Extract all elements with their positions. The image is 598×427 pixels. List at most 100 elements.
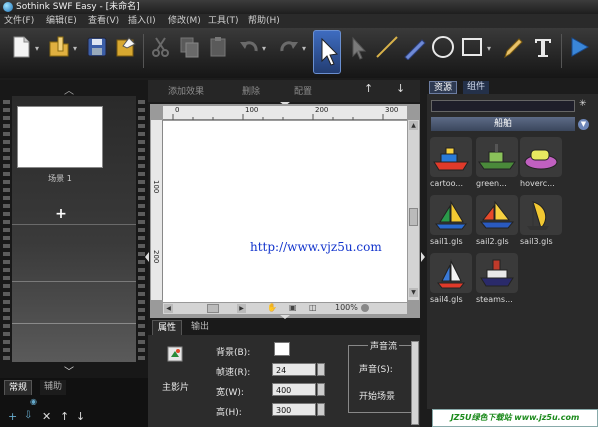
title-bar: Sothink SWF Easy - [未命名] [0, 0, 598, 14]
rectangle-icon[interactable] [460, 34, 486, 60]
scroll-thumb[interactable] [207, 304, 219, 313]
resource-search-input[interactable] [431, 100, 575, 112]
ellipse-icon[interactable] [430, 34, 456, 60]
configure-effect-button[interactable]: 配置 [294, 84, 312, 97]
scene-thumbnail[interactable] [17, 106, 103, 168]
asset-label: hoverc... [520, 179, 555, 188]
tab-resources[interactable]: 资源 [429, 81, 458, 94]
tab-components[interactable]: 组件 [463, 81, 490, 94]
height-input[interactable]: 300 [272, 403, 316, 416]
paste-icon[interactable] [206, 34, 232, 60]
effects-toolbar: 添加效果 删除 配置 ↑ ↓ [148, 80, 420, 102]
redo-icon[interactable] [276, 34, 302, 60]
menu-insert[interactable]: 插入(I) [128, 14, 156, 28]
pencil-icon[interactable] [500, 34, 526, 60]
menu-view[interactable]: 查看(V) [88, 14, 119, 28]
settings-icon[interactable]: ✳ [579, 99, 587, 109]
stage-canvas[interactable] [163, 121, 407, 302]
open-folder-icon[interactable] [46, 34, 72, 60]
asset-item[interactable]: green... [476, 137, 518, 188]
frame-rate-input[interactable]: 24 [272, 363, 316, 376]
collapse-right-icon[interactable] [421, 252, 425, 262]
asset-item[interactable]: sail1.gls [430, 195, 472, 246]
tab-properties[interactable]: 属性 [152, 320, 183, 335]
redo-dropdown-icon[interactable]: ▾ [302, 44, 306, 53]
ruler-tick-label: 100 [152, 180, 160, 194]
text-icon[interactable] [530, 34, 556, 60]
add-scene-icon[interactable]: + [54, 207, 68, 221]
scroll-down-icon[interactable]: ﹀ [64, 363, 74, 378]
menu-tools[interactable]: 工具(T) [208, 14, 239, 28]
sailboat-icon [430, 253, 472, 293]
menu-modify[interactable]: 修改(M) [168, 14, 201, 28]
asset-label: sail1.gls [430, 237, 463, 246]
open-dropdown-icon[interactable]: ▾ [73, 44, 77, 53]
new-file-icon[interactable] [8, 34, 34, 60]
zoom-out-icon[interactable] [361, 304, 369, 312]
copy-icon[interactable] [177, 34, 203, 60]
height-spinner[interactable] [317, 403, 325, 416]
select-arrow-icon[interactable] [313, 30, 341, 74]
horizontal-scrollbar[interactable]: ◀ ▶ ✋ ▣ ◫ 100% [163, 302, 407, 314]
tab-general[interactable]: 常规 [4, 380, 33, 395]
asset-label: sail4.gls [430, 295, 463, 304]
collapse-left-icon[interactable] [145, 252, 149, 262]
ruler-tick-label: 300 [385, 106, 399, 114]
width-spinner[interactable] [317, 383, 325, 396]
play-icon[interactable] [566, 34, 592, 60]
delete-effect-button[interactable]: 删除 [242, 84, 260, 97]
delete-icon[interactable]: ✕ [42, 410, 51, 423]
move-up-icon[interactable]: ↑ [60, 410, 69, 423]
fit-stage-icon[interactable]: ▣ [289, 303, 297, 312]
move-down-icon[interactable]: ↓ [76, 410, 85, 423]
scroll-up-icon[interactable]: ︿ [64, 82, 74, 97]
collapse-bottom-icon[interactable] [280, 315, 290, 319]
zoom-level[interactable]: 100% [335, 303, 358, 312]
scroll-up-arrow-icon[interactable]: ▲ [409, 121, 418, 130]
steamship-icon [476, 253, 518, 293]
rectangle-dropdown-icon[interactable]: ▾ [487, 44, 491, 53]
scroll-left-arrow-icon[interactable]: ◀ [164, 304, 173, 313]
frame-rate-spinner[interactable] [317, 363, 325, 376]
scroll-thumb[interactable] [409, 208, 418, 226]
tab-assist[interactable]: 辅助 [40, 380, 67, 395]
move-up-arrow-icon[interactable]: ↑ [364, 82, 373, 95]
hand-tool-icon[interactable]: ✋ [267, 303, 277, 312]
pen-icon[interactable] [402, 34, 428, 61]
scroll-down-arrow-icon[interactable]: ▼ [409, 288, 418, 297]
vertical-scrollbar[interactable]: ▲ ▼ [407, 120, 419, 300]
line-icon[interactable] [374, 34, 400, 60]
background-color-swatch[interactable] [274, 342, 290, 356]
asset-label: cartoo... [430, 179, 464, 188]
asset-item[interactable]: sail4.gls [430, 253, 472, 304]
scroll-right-arrow-icon[interactable]: ▶ [237, 304, 246, 313]
category-dropdown-icon[interactable]: ▼ [578, 119, 589, 130]
category-header[interactable]: 船舶 [431, 117, 575, 131]
cut-icon[interactable] [148, 34, 174, 60]
menu-help[interactable]: 帮助(H) [248, 14, 280, 28]
show-all-icon[interactable]: ◫ [309, 303, 317, 312]
new-dropdown-icon[interactable]: ▾ [35, 44, 39, 53]
asset-item[interactable]: hoverc... [520, 137, 562, 188]
width-input[interactable]: 400 [272, 383, 316, 396]
asset-label: green... [476, 179, 507, 188]
menu-file[interactable]: 文件(F) [4, 14, 34, 28]
asset-item[interactable]: sail3.gls [520, 195, 562, 246]
move-down-arrow-icon[interactable]: ↓ [396, 82, 405, 95]
subselect-icon[interactable] [346, 34, 372, 60]
add-icon[interactable]: + [8, 410, 17, 423]
undo-dropdown-icon[interactable]: ▾ [262, 44, 266, 53]
add-effect-button[interactable]: 添加效果 [168, 84, 204, 97]
asset-item[interactable]: steams... [476, 253, 518, 304]
save-icon[interactable] [84, 34, 110, 60]
asset-item[interactable]: cartoo... [430, 137, 472, 188]
visibility-icon[interactable]: ◉ [30, 397, 37, 406]
tab-output[interactable]: 输出 [186, 320, 215, 335]
import-icon[interactable]: ⇩ [24, 410, 32, 421]
properties-scrollbar[interactable] [411, 341, 419, 425]
publish-icon[interactable] [113, 34, 139, 60]
asset-item[interactable]: sail2.gls [476, 195, 518, 246]
menu-edit[interactable]: 编辑(E) [46, 14, 77, 28]
watermark-text: http://www.vjz5u.com [250, 240, 382, 254]
undo-icon[interactable] [236, 34, 262, 60]
